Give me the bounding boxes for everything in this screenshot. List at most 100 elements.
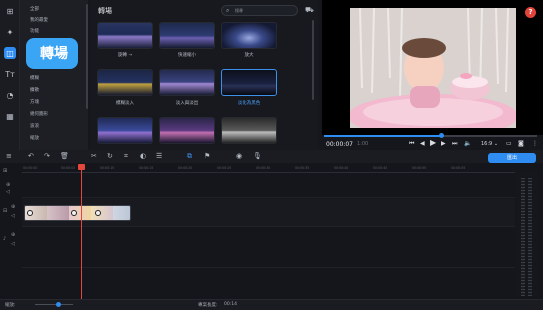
playhead[interactable] [81,166,82,299]
transition-caption: 模糊淡入 [116,101,134,106]
callout-label: 轉場 [40,46,68,62]
lock-icon[interactable]: ⊕ [6,182,10,188]
import-icon[interactable]: ⊞ [4,5,16,17]
magnet-icon[interactable]: ⧉ [187,152,192,161]
category-blur[interactable]: 模糊 [30,75,39,81]
category-scrollbar[interactable] [86,4,88,109]
preview-image [350,8,516,128]
clip-frame [47,206,69,220]
titles-icon[interactable]: Tт [4,68,16,80]
ruler-tick-label: 00:00:55 [451,166,466,170]
text-track[interactable] [22,174,515,198]
magic-wand-icon[interactable]: ✦ [4,26,16,38]
next-frame-icon[interactable]: ▶ [441,140,446,147]
stickers-icon[interactable]: ◔ [4,89,16,101]
transition-thumb[interactable] [159,69,215,96]
cart-icon[interactable]: ⛟ [305,6,314,15]
clip-properties-icon[interactable]: ☰ [156,152,162,160]
audio-track[interactable] [22,228,515,268]
category-list: 全部 我的最愛 功能 模糊 擴散 方塊 幾何圖形 波浪 縮放 [20,0,88,162]
transition-thumb[interactable] [159,117,215,144]
add-track-icon[interactable]: ⊞ [3,168,7,174]
ruler-tick-label: 00:00:30 [256,166,271,170]
undo-icon[interactable]: ↶ [28,152,34,160]
crop-icon[interactable]: ⌗ [124,152,128,161]
volume-icon[interactable]: 🔈 [464,140,471,147]
transition-thumb-selected[interactable] [221,69,277,96]
snapshot-icon[interactable]: ◙ [518,140,524,147]
search-placeholder: 搜尋 [235,8,243,13]
status-bar [0,299,543,310]
lock-icon[interactable]: ⊕ [11,232,15,238]
previous-frame-icon[interactable]: ◀ [420,140,425,147]
category-diffuse[interactable]: 擴散 [30,87,39,93]
transition-marker-icon[interactable] [27,210,33,216]
category-all[interactable]: 全部 [30,6,39,12]
redo-icon[interactable]: ↷ [44,152,50,160]
skip-forward-icon[interactable]: ⏭ [452,140,457,148]
transition-caption: 旋轉 ⇢ [117,53,133,58]
transition-marker-icon[interactable] [71,210,77,216]
category-functional[interactable]: 功能 [30,28,39,34]
category-zoom[interactable]: 縮放 [30,135,39,141]
skip-back-icon[interactable]: ⏮ [409,140,414,148]
more-tools-icon[interactable]: ▦ [4,110,16,122]
color-adjust-icon[interactable]: ◐ [140,152,146,160]
mute-icon[interactable]: ◁ [6,189,10,195]
clip-frame [113,206,130,220]
timecode-total: 1:00 [357,141,369,147]
panel-scrollbar[interactable] [312,20,314,100]
play-icon[interactable]: ▶ [430,138,436,147]
delete-icon[interactable]: 🗑 [60,152,69,160]
transitions-icon[interactable]: ◫ [4,47,16,59]
visibility-icon[interactable]: ⊕ [11,204,15,210]
timecode: 00:00:07 [326,141,353,148]
ruler-tick-label: 00:00:00 [23,166,38,170]
transition-thumb[interactable] [97,69,153,96]
video-clip[interactable] [24,205,131,221]
transition-thumb[interactable] [221,22,277,49]
project-duration-label: 專案長度: [198,303,218,308]
ruler-tick-label: 00:00:25 [217,166,232,170]
zoom-slider[interactable] [35,304,73,305]
category-wave[interactable]: 波浪 [30,123,39,129]
zoom-slider-handle[interactable] [55,302,61,307]
transition-thumb[interactable] [159,22,215,49]
project-duration-value: 00:14 [224,302,237,307]
help-icon[interactable]: ? [525,7,536,18]
transition-thumb[interactable] [97,22,153,49]
editing-toolbar [0,150,543,163]
audio-toggle-icon[interactable]: ◁ [11,213,15,219]
aspect-ratio-dropdown[interactable]: 16:9 ⌄ [481,141,498,147]
transition-thumb[interactable] [97,117,153,144]
ruler-tick-label: 00:00:40 [334,166,349,170]
microphone-icon[interactable]: 🎙 [253,152,262,160]
category-geometric[interactable]: 幾何圖形 [30,111,48,117]
marker-icon[interactable]: ⚑ [204,152,210,160]
category-blocks[interactable]: 方塊 [30,99,39,105]
search-field[interactable]: ⌕ 搜尋 [221,5,298,16]
music-track-icon: ♪ [3,236,7,242]
ruler-tick-label: 00:00:20 [178,166,193,170]
cut-icon[interactable]: ✂ [91,152,97,160]
category-favorites[interactable]: 我的最愛 [30,17,48,23]
transition-caption-selected: 淡化為黑色 [237,101,261,106]
mute-icon[interactable]: ◁ [11,241,15,247]
transition-caption: 放大 [244,53,254,58]
playback-scrubber[interactable] [439,133,445,138]
record-voice-icon[interactable]: ◉ [236,152,242,160]
ruler-tick-label: 00:00:05 [61,166,76,170]
playback-progress[interactable] [324,135,537,137]
playhead-handle[interactable] [78,164,85,170]
ruler-tick-label: 00:00:50 [412,166,427,170]
transition-marker-icon[interactable] [95,210,101,216]
transition-caption: 快速縮小 [178,53,196,58]
export-button[interactable]: 匯出 [488,153,536,163]
ruler-tick-label: 00:00:15 [139,166,154,170]
rotate-icon[interactable]: ↻ [107,152,113,160]
undock-icon[interactable]: ▭ [506,140,512,147]
audio-level-bar [528,178,532,296]
track-settings-icon[interactable]: ≡ [6,152,12,160]
more-options-icon[interactable]: ⋮ [532,140,538,147]
transition-thumb[interactable] [221,117,277,144]
